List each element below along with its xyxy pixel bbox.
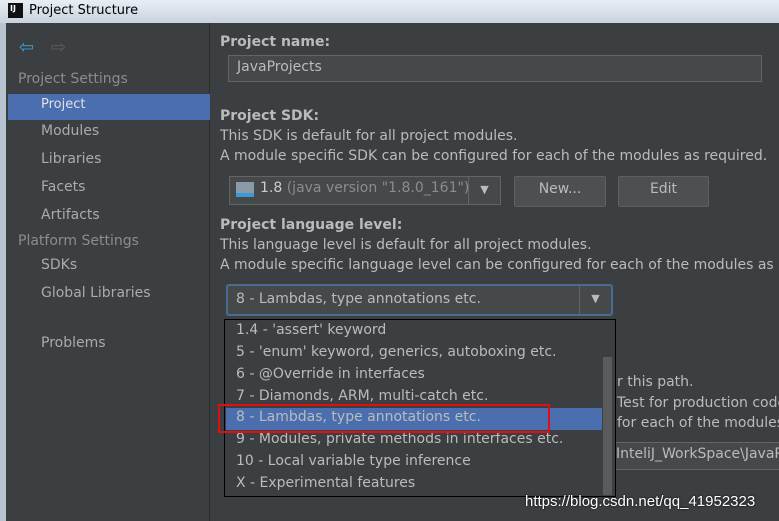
option-5[interactable]: 5 - 'enum' keyword, generics, autoboxing… [226, 343, 602, 365]
sidebar-item-problems[interactable]: Problems [41, 335, 106, 351]
edit-sdk-button[interactable]: Edit [618, 176, 709, 207]
option-6[interactable]: 6 - @Override in interfaces [226, 365, 602, 387]
arrow-right-icon[interactable]: ⇨ [51, 37, 66, 58]
hidden-text-fragment: r this path. [617, 374, 694, 390]
sdk-description-2: A module specific SDK can be configured … [220, 148, 768, 164]
jdk-folder-icon [236, 182, 254, 197]
popup-scrollbar[interactable] [603, 357, 612, 495]
option-10[interactable]: 10 - Local variable type inference [226, 452, 602, 474]
sidebar: ⇦ ⇨ Project Settings Project Modules Lib… [6, 23, 210, 521]
annotation-highlight-box [218, 404, 550, 433]
language-description-2: A module specific language level can be … [220, 257, 779, 273]
sidebar-item-sdks[interactable]: SDKs [41, 257, 77, 273]
project-name-input[interactable]: JavaProjects [228, 55, 762, 82]
title-bar: IJ Project Structure [0, 0, 779, 23]
sidebar-item-global-libraries[interactable]: Global Libraries [41, 285, 151, 301]
option-9[interactable]: 9 - Modules, private methods in interfac… [226, 430, 602, 452]
window-title: Project Structure [29, 3, 139, 18]
sdk-dropdown[interactable]: 1.8 (java version "1.8.0_161") ▼ [229, 176, 501, 205]
chevron-down-icon[interactable]: ▼ [468, 177, 500, 204]
intellij-logo: IJ [8, 3, 23, 18]
language-level-value: 8 - Lambdas, type annotations etc. [236, 291, 481, 307]
chevron-down-icon[interactable]: ▼ [579, 286, 611, 314]
hidden-text-fragment: for each of the modules a [617, 415, 779, 431]
hidden-text-fragment: Test for production code [617, 395, 779, 411]
language-level-label: Project language level: [220, 217, 403, 233]
sidebar-item-facets[interactable]: Facets [41, 179, 85, 195]
sidebar-item-project[interactable]: Project [8, 94, 210, 120]
sidebar-item-artifacts[interactable]: Artifacts [41, 207, 100, 223]
section-project-settings: Project Settings [18, 71, 128, 87]
project-sdk-label: Project SDK: [220, 108, 320, 124]
sidebar-item-libraries[interactable]: Libraries [41, 151, 101, 167]
watermark: https://blog.csdn.net/qq_41952323 [525, 493, 756, 510]
path-input[interactable]: InteliJ_WorkSpace\JavaP [605, 442, 779, 470]
language-description-1: This language level is default for all p… [220, 237, 592, 253]
language-level-dropdown[interactable]: 8 - Lambdas, type annotations etc. ▼ [226, 284, 613, 316]
section-platform-settings: Platform Settings [18, 233, 139, 249]
sidebar-item-modules[interactable]: Modules [41, 123, 99, 139]
option-1-4[interactable]: 1.4 - 'assert' keyword [226, 321, 602, 343]
sdk-detail: (java version "1.8.0_161") [286, 180, 470, 196]
project-name-label: Project name: [220, 34, 331, 50]
arrow-left-icon[interactable]: ⇦ [19, 37, 34, 58]
sdk-description-1: This SDK is default for all project modu… [220, 128, 518, 144]
new-sdk-button[interactable]: New... [514, 176, 606, 207]
sdk-version: 1.8 [260, 180, 283, 196]
